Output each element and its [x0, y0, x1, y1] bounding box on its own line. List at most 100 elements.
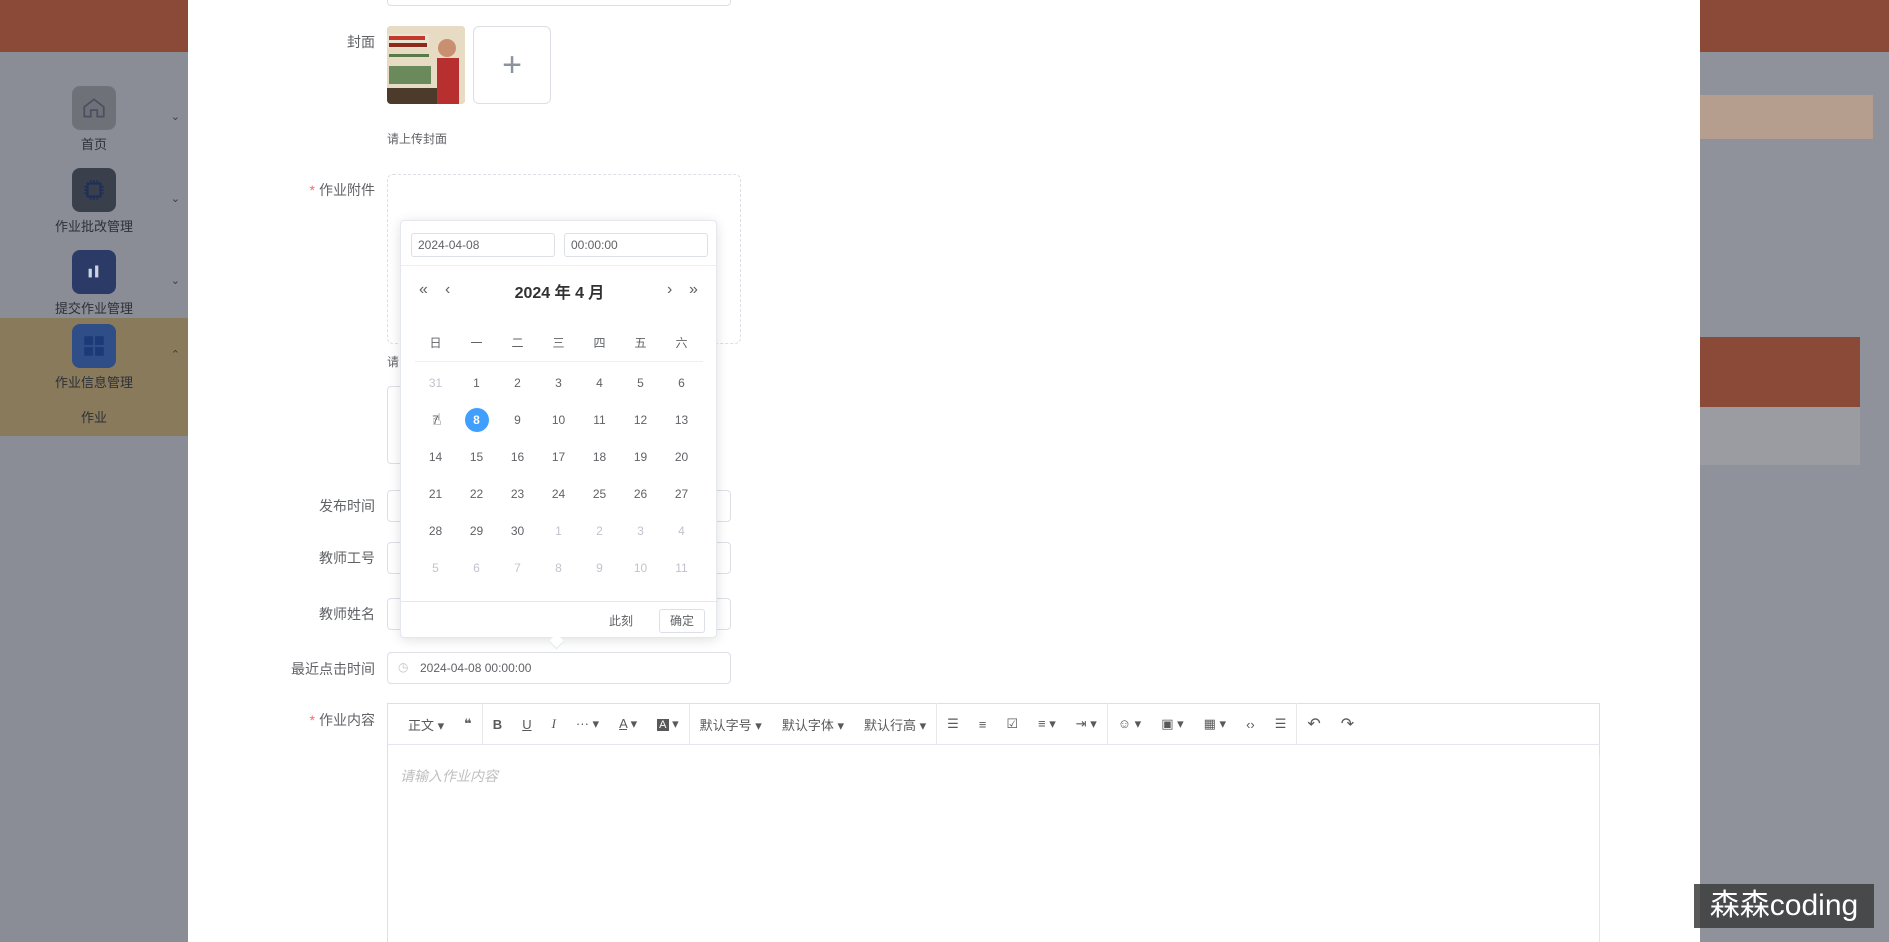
- calendar-day[interactable]: 8: [538, 550, 579, 587]
- calendar-day[interactable]: 2: [579, 513, 620, 550]
- weekday-header: 四: [593, 336, 606, 350]
- chevron-down-icon: ⌄: [170, 193, 180, 205]
- next-month-icon[interactable]: ›: [667, 281, 672, 299]
- calendar-day[interactable]: 26: [620, 476, 661, 513]
- content-label: * 作业内容: [309, 712, 375, 728]
- calendar-day[interactable]: 21: [415, 476, 456, 513]
- calendar-day[interactable]: 14: [415, 439, 456, 476]
- redo-icon[interactable]: ↷: [1331, 714, 1364, 734]
- calendar-day[interactable]: 28: [415, 513, 456, 550]
- fade-overlay: [1570, 755, 1700, 942]
- bulleted-list-icon[interactable]: ☰: [937, 716, 969, 732]
- calendar-day[interactable]: 3: [620, 513, 661, 550]
- calendar-day[interactable]: 25: [579, 476, 620, 513]
- picker-time-input[interactable]: 00:00:00: [564, 233, 708, 257]
- cover-label: 封面: [347, 34, 375, 50]
- image-icon[interactable]: ▣ ▾: [1151, 716, 1193, 732]
- calendar-day[interactable]: 13: [661, 402, 702, 439]
- calendar-day[interactable]: 19: [620, 439, 661, 476]
- underline-button[interactable]: U: [512, 717, 541, 732]
- calendar-day[interactable]: 9: [497, 402, 538, 439]
- chevron-down-icon: ⌄: [170, 111, 180, 123]
- cover-image[interactable]: [387, 26, 465, 104]
- numbered-list-icon[interactable]: ≡: [969, 717, 997, 732]
- calendar-day[interactable]: 2: [497, 365, 538, 402]
- calendar-day[interactable]: 6: [456, 550, 497, 587]
- editor-toolbar: 正文 ▾ ❝ B U I ··· ▾ A ▾ A ▾ 默认字号 ▾ 默认字体 ▾…: [387, 703, 1600, 745]
- calendar-day[interactable]: 23: [497, 476, 538, 513]
- last-click-time-label: 最近点击时间: [291, 661, 375, 677]
- sidebar-subitem-homework[interactable]: 作业: [0, 400, 188, 436]
- background-row: [1700, 407, 1860, 465]
- calendar-day[interactable]: 5: [415, 550, 456, 587]
- calendar-day[interactable]: 11: [579, 402, 620, 439]
- divider-icon[interactable]: ☰: [1265, 716, 1297, 732]
- sidebar-item-homework-info[interactable]: 作业信息管理 ⌃: [0, 318, 188, 400]
- calendar-day[interactable]: 20: [661, 439, 702, 476]
- emoji-icon[interactable]: ☺ ▾: [1108, 716, 1151, 732]
- calendar-day[interactable]: 8: [456, 402, 497, 439]
- calendar-day[interactable]: 22: [456, 476, 497, 513]
- chart-icon: [72, 250, 116, 294]
- picker-divider: [401, 265, 718, 266]
- calendar-day[interactable]: 18: [579, 439, 620, 476]
- calendar-day[interactable]: 29: [456, 513, 497, 550]
- calendar-day[interactable]: 10: [620, 550, 661, 587]
- clock-icon: ◷: [398, 660, 409, 674]
- calendar-day[interactable]: 7: [497, 550, 538, 587]
- italic-button[interactable]: I: [542, 716, 566, 732]
- calendar-day[interactable]: 30: [497, 513, 538, 550]
- calendar-day[interactable]: 31: [415, 365, 456, 402]
- font-size-select[interactable]: 默认字号 ▾: [690, 715, 772, 734]
- weekday-header: 五: [634, 336, 647, 350]
- calendar-day[interactable]: 1: [538, 513, 579, 550]
- more-style-button[interactable]: ··· ▾: [566, 716, 609, 732]
- calendar-day[interactable]: 9: [579, 550, 620, 587]
- confirm-button[interactable]: 确定: [659, 609, 705, 633]
- calendar-day[interactable]: 4: [661, 513, 702, 550]
- calendar-day[interactable]: 15: [456, 439, 497, 476]
- sidebar-item-home[interactable]: 首页 ⌄: [0, 80, 188, 160]
- picker-date-input[interactable]: 2024-04-08: [411, 233, 555, 257]
- mouse-cursor-icon: ☝: [432, 412, 442, 429]
- sidebar-item-submit[interactable]: 提交作业管理 ⌄: [0, 244, 188, 324]
- bold-button[interactable]: B: [483, 717, 512, 732]
- calendar-day[interactable]: 27: [661, 476, 702, 513]
- background-color-button[interactable]: A ▾: [647, 716, 688, 732]
- sidebar-item-label: 提交作业管理: [54, 301, 133, 316]
- align-icon[interactable]: ≡ ▾: [1028, 716, 1066, 732]
- weekday-header: 二: [511, 336, 524, 350]
- calendar-day[interactable]: 6: [661, 365, 702, 402]
- undo-icon[interactable]: ↶: [1297, 714, 1330, 734]
- calendar-day[interactable]: 12: [620, 402, 661, 439]
- upload-cover-button[interactable]: +: [473, 26, 551, 104]
- last-click-time-input[interactable]: ◷ 2024-04-08 00:00:00: [387, 652, 731, 684]
- chip-icon: [72, 168, 116, 212]
- previous-field[interactable]: [387, 0, 731, 6]
- font-family-select[interactable]: 默认字体 ▾: [772, 715, 854, 734]
- calendar-day[interactable]: 24: [538, 476, 579, 513]
- chevron-up-icon: ⌃: [170, 349, 180, 361]
- code-icon[interactable]: ‹›: [1236, 717, 1265, 732]
- table-icon[interactable]: ▦ ▾: [1194, 716, 1236, 732]
- next-year-icon[interactable]: »: [689, 281, 698, 299]
- calendar-day[interactable]: 1: [456, 365, 497, 402]
- font-color-button[interactable]: A ▾: [609, 716, 647, 732]
- paragraph-select[interactable]: 正文 ▾: [398, 715, 454, 734]
- calendar-day[interactable]: 17: [538, 439, 579, 476]
- calendar-day[interactable]: 11: [661, 550, 702, 587]
- line-height-select[interactable]: 默认行高 ▾: [854, 715, 936, 734]
- calendar-day[interactable]: 4: [579, 365, 620, 402]
- indent-icon[interactable]: ⇥ ▾: [1066, 716, 1107, 732]
- quote-button[interactable]: ❝: [454, 716, 482, 732]
- todo-icon[interactable]: ☑: [996, 716, 1028, 732]
- calendar-day[interactable]: 5: [620, 365, 661, 402]
- sidebar-item-grading[interactable]: 作业批改管理 ⌄: [0, 162, 188, 242]
- content-editor[interactable]: [387, 745, 1600, 942]
- calendar-day[interactable]: 3: [538, 365, 579, 402]
- background-header: [1700, 337, 1860, 407]
- calendar-day[interactable]: 16: [497, 439, 538, 476]
- background-bar: [1700, 95, 1873, 139]
- calendar-day[interactable]: 10: [538, 402, 579, 439]
- now-button[interactable]: 此刻: [609, 609, 633, 633]
